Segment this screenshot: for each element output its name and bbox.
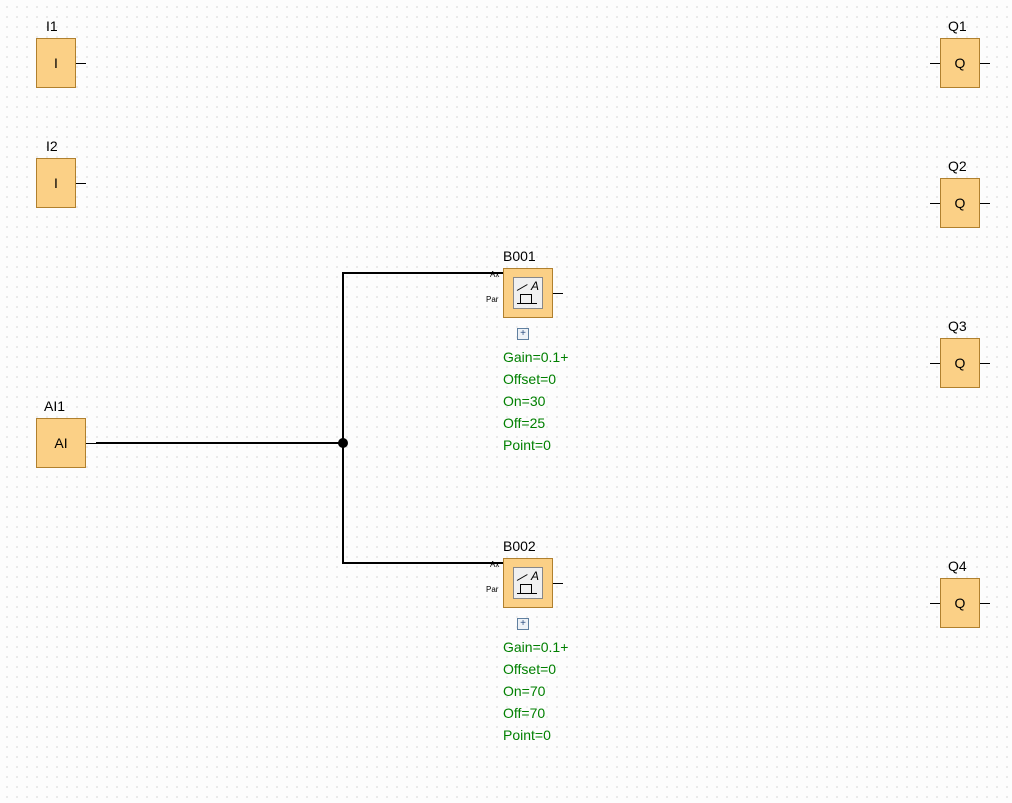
block-label: Q4 [948,558,967,574]
block-Q4[interactable]: Q4 Q [930,558,1000,638]
wire [342,562,503,564]
block-AI1[interactable]: AI1 AI [36,398,96,478]
diagram-canvas[interactable]: { "blocks": { "I1": { "label": "I1", "te… [0,0,1012,803]
block-Q3[interactable]: Q3 Q [930,318,1000,398]
block-body: Q [940,178,980,228]
block-body: Q [940,338,980,388]
block-body: A [503,268,553,318]
block-body: I [36,158,76,208]
output-pin[interactable] [76,183,86,184]
output-pin[interactable] [86,443,96,444]
block-Q1[interactable]: Q1 Q [930,18,1000,98]
block-text: I [54,175,58,191]
block-text: Q [955,355,966,371]
expand-button-B001[interactable]: + [517,328,529,340]
plus-icon: + [520,619,526,629]
wire [342,272,503,274]
block-text: I [54,55,58,71]
output-pin[interactable] [980,63,990,64]
wire [342,272,344,444]
analog-threshold-icon: A [513,277,543,309]
pin-label-par: Par [486,295,498,304]
block-B002[interactable]: B002 Ax Par A [503,538,583,618]
output-pin[interactable] [553,293,563,294]
block-text: AI [54,435,67,451]
block-body: I [36,38,76,88]
block-Q2[interactable]: Q2 Q [930,158,1000,238]
output-pin[interactable] [553,583,563,584]
wire [96,442,344,444]
block-label: Q1 [948,18,967,34]
params-B002: Gain=0.1+ Offset=0 On=70 Off=70 Point=0 [503,636,568,746]
symbol-letter: A [531,279,539,293]
block-body: Q [940,38,980,88]
block-text: Q [955,595,966,611]
wire [342,442,344,564]
block-label: I1 [46,18,58,34]
block-label: Q3 [948,318,967,334]
input-pin[interactable] [930,63,940,64]
pin-label-par: Par [486,585,498,594]
output-pin[interactable] [76,63,86,64]
block-label: B001 [503,248,536,264]
input-pin[interactable] [930,363,940,364]
input-pin[interactable] [930,603,940,604]
output-pin[interactable] [980,203,990,204]
block-body: Q [940,578,980,628]
block-label: Q2 [948,158,967,174]
output-pin[interactable] [980,603,990,604]
plus-icon: + [520,329,526,339]
input-pin[interactable] [930,203,940,204]
expand-button-B002[interactable]: + [517,618,529,630]
output-pin[interactable] [980,363,990,364]
block-label: I2 [46,138,58,154]
params-B001: Gain=0.1+ Offset=0 On=30 Off=25 Point=0 [503,346,568,456]
block-label: AI1 [44,398,65,414]
block-text: Q [955,195,966,211]
block-label: B002 [503,538,536,554]
block-B001[interactable]: B001 Ax Par A [503,248,583,328]
analog-threshold-icon: A [513,567,543,599]
block-I1[interactable]: I1 I [36,18,96,98]
block-text: Q [955,55,966,71]
block-I2[interactable]: I2 I [36,138,96,218]
symbol-letter: A [531,569,539,583]
block-body: AI [36,418,86,468]
block-body: A [503,558,553,608]
